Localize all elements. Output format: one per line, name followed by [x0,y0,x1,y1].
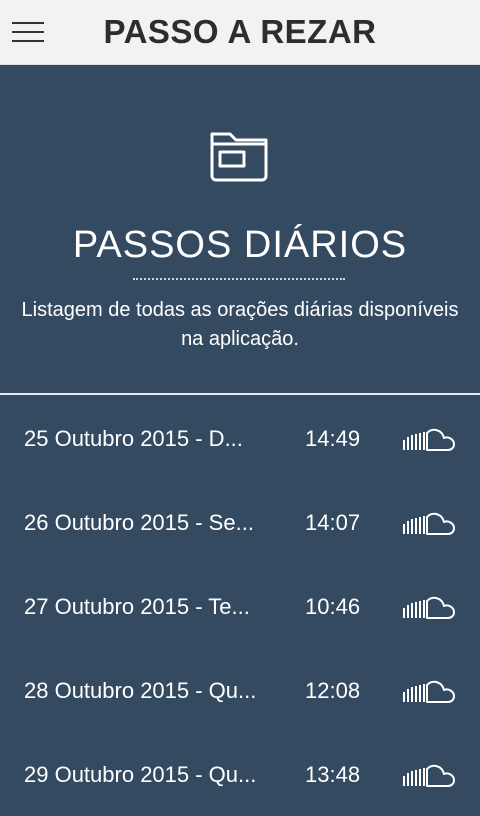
item-title: 26 Outubro 2015 - Se... [24,510,254,535]
soundcloud-icon[interactable] [403,680,455,704]
item-time: 14:07 [305,510,361,535]
list-item[interactable]: 27 Outubro 2015 - Te... 10:46 [0,564,480,648]
soundcloud-icon[interactable] [403,596,455,620]
item-title: 28 Outubro 2015 - Qu... [24,678,257,703]
item-time: 14:49 [305,426,361,451]
section-description: Listagem de todas as orações diárias dis… [21,299,459,350]
item-title: 27 Outubro 2015 - Te... [24,594,250,619]
dotted-divider [133,278,345,280]
list-item[interactable]: 29 Outubro 2015 - Qu... 13:48 [0,732,480,816]
list-item[interactable]: 28 Outubro 2015 - Qu... 12:08 [0,648,480,732]
item-title: 29 Outubro 2015 - Qu... [24,762,257,787]
list-item[interactable]: 25 Outubro 2015 - D... 14:49 [0,396,480,480]
soundcloud-icon[interactable] [403,512,455,536]
hero-section: PASSOS DIÁRIOS Listagem de todas as oraç… [0,64,480,394]
item-time: 12:08 [305,678,361,703]
list-item[interactable]: 26 Outubro 2015 - Se... 14:07 [0,480,480,564]
soundcloud-icon[interactable] [403,428,455,452]
section-title: PASSOS DIÁRIOS [72,224,408,266]
item-time: 10:46 [305,594,361,619]
item-title: 25 Outubro 2015 - D... [24,426,243,451]
folder-icon [210,132,268,182]
section-divider [0,393,480,395]
soundcloud-icon[interactable] [403,764,455,788]
item-time: 13:48 [305,762,361,787]
app-bar: PASSO A REZAR [0,0,480,65]
app-title: PASSO A REZAR [103,13,377,50]
